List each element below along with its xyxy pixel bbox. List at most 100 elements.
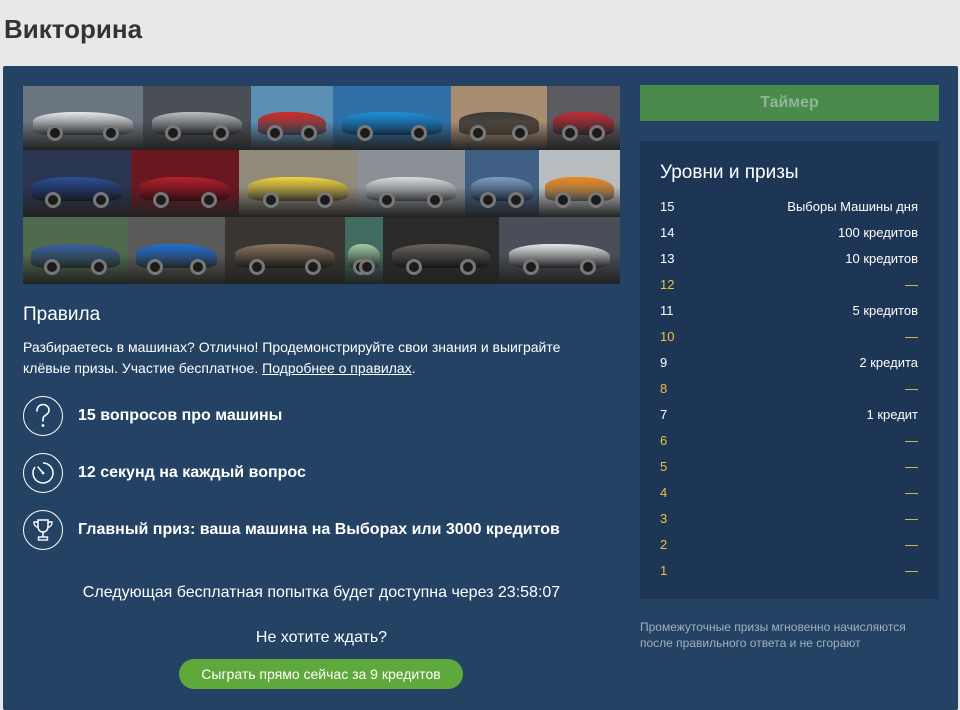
feature-prize-label: Главный приз: ваша машина на Выборах или…	[78, 521, 560, 538]
photo-red-range-rover	[131, 150, 239, 217]
feature-questions-label: 15 вопросов про машины	[78, 407, 283, 424]
car-wheel	[305, 258, 321, 275]
level-prize: 10 кредитов	[845, 250, 918, 266]
level-row-4: 4—	[660, 479, 918, 505]
car-wheel	[44, 191, 61, 208]
car-wheel	[406, 258, 423, 275]
photo-red-headlight	[547, 86, 620, 150]
photo-red-cartoon-car	[251, 86, 333, 150]
photo-man-blue-car	[23, 217, 128, 284]
question-icon	[23, 396, 63, 436]
level-row-2: 2—	[660, 531, 918, 557]
car-wheel	[411, 125, 428, 142]
feature-questions: 15 вопросов про машины	[23, 396, 282, 436]
no-wait-question: Не хотите ждать?	[255, 629, 388, 646]
feature-seconds-label: 12 секунд на каждый вопрос	[78, 464, 306, 481]
car-wheel	[359, 258, 376, 275]
level-number: 6	[660, 432, 668, 448]
level-prize: —	[905, 562, 918, 578]
car-wheel	[300, 125, 317, 142]
car-wheel	[589, 125, 606, 142]
level-prize: —	[905, 432, 918, 448]
car-wheel	[93, 191, 110, 208]
feature-seconds: 12 секунд на каждый вопрос	[23, 453, 306, 493]
level-prize: 2 кредита	[859, 354, 918, 370]
level-number: 11	[660, 302, 674, 318]
level-row-9: 9 2 кредита	[660, 349, 918, 375]
car-wheel	[152, 191, 169, 208]
photo-blue-bmw-m	[128, 217, 225, 284]
car-wheel	[459, 258, 476, 275]
car-wheel	[508, 191, 525, 208]
car-photo-collage	[23, 86, 620, 284]
timer-button[interactable]: Таймер	[640, 85, 939, 121]
level-number: 2	[660, 536, 668, 552]
car-wheel	[470, 125, 487, 142]
car-wheel	[262, 191, 279, 208]
level-row-5: 5—	[660, 453, 918, 479]
car-wheel	[587, 191, 604, 208]
car-wheel	[267, 125, 284, 142]
car-wheel	[44, 258, 60, 275]
level-number: 15	[660, 198, 675, 214]
car-wheel	[479, 191, 496, 208]
level-prize: —	[905, 276, 918, 292]
car-wheel	[523, 258, 540, 275]
rules-title: Правила	[23, 304, 101, 325]
car-wheel	[213, 125, 230, 142]
car-wheel	[47, 125, 63, 142]
level-number: 4	[660, 484, 668, 500]
car-wheel	[317, 191, 334, 208]
car-wheel	[201, 191, 218, 208]
level-prize: 1 кредит	[866, 406, 918, 422]
level-prize: 100 кредитов	[838, 224, 918, 240]
level-prize: —	[905, 510, 918, 526]
level-number: 3	[660, 510, 668, 526]
level-row-12: 12 —	[660, 271, 918, 297]
photo-orange-mclaren	[539, 150, 620, 217]
level-number: 12	[660, 276, 675, 292]
photo-white-golf	[357, 150, 465, 217]
level-number: 10	[660, 328, 675, 344]
level-number: 13	[660, 250, 675, 266]
car-wheel	[147, 258, 164, 275]
car-wheel	[103, 125, 119, 142]
trophy-icon	[23, 510, 63, 550]
photo-silver-audi	[143, 86, 251, 150]
play-now-button[interactable]: Сыграть прямо сейчас за 9 кредитов	[179, 659, 463, 689]
photo-side-mirror	[451, 86, 547, 150]
rules-details-link[interactable]: Подробнее о правилах	[262, 360, 412, 376]
intermediate-prizes-note: Промежуточные призы мгновенно начисляютс…	[640, 620, 906, 650]
level-number: 14	[660, 224, 675, 240]
photo-blue-bugatti	[333, 86, 451, 150]
feature-prize: Главный приз: ваша машина на Выборах или…	[23, 510, 560, 550]
level-row-13: 13 10 кредитов	[660, 245, 918, 271]
levels-title: Уровни и призы	[660, 162, 799, 183]
photo-car-interior	[225, 217, 345, 284]
photo-yellow-corvette	[239, 150, 357, 217]
level-prize: —	[905, 328, 918, 344]
photo-city-aerial	[465, 150, 539, 217]
level-row-6: 6—	[660, 427, 918, 453]
photo-green-retro-car	[345, 217, 383, 284]
photo-white-seat	[23, 86, 143, 150]
car-wheel	[427, 191, 444, 208]
next-attempt-countdown: Следующая бесплатная попытка будет досту…	[82, 584, 561, 601]
car-wheel	[561, 125, 578, 142]
page-title: Викторина	[4, 14, 143, 44]
level-prize: Выборы Машины дня	[787, 198, 918, 214]
car-wheel	[555, 191, 572, 208]
level-number: 7	[660, 406, 668, 422]
car-wheel	[164, 125, 181, 142]
level-row-7: 7 1 кредит	[660, 401, 918, 427]
level-row-11: 11 5 кредитов	[660, 297, 918, 323]
rules-text-end: .	[411, 360, 416, 376]
level-row-3: 3—	[660, 505, 918, 531]
photo-blue-bmw	[23, 150, 131, 217]
level-row-1: 1—	[660, 557, 918, 583]
level-number: 8	[660, 380, 668, 396]
level-prize: —	[905, 380, 918, 396]
car-wheel	[579, 258, 596, 275]
quiz-panel: Правила Разбираетесь в машинах? Отлично!…	[3, 66, 958, 710]
level-prize: —	[905, 536, 918, 552]
